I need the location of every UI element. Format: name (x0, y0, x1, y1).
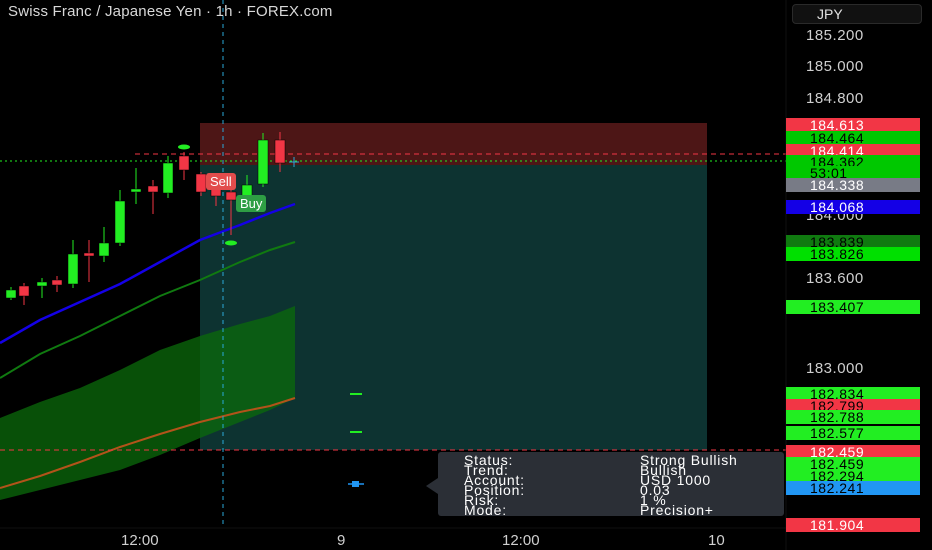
price-label: 183.826 (786, 247, 920, 261)
candle-body (257, 139, 269, 185)
buy-signal-label: Buy (236, 195, 267, 212)
sell-signal-label: Sell (206, 173, 236, 190)
candle-body (18, 285, 30, 297)
currency-selector[interactable]: JPY (792, 4, 922, 24)
candle-body (195, 173, 207, 193)
time-tick: 12:00 (121, 532, 159, 549)
take-profit-zone (200, 165, 707, 450)
signal-marker (178, 144, 190, 150)
candle-body (178, 155, 190, 171)
candle-body (274, 139, 286, 164)
signal-marker (225, 240, 237, 246)
info-panel-pointer (426, 478, 438, 494)
candle-body (83, 252, 95, 257)
price-tick: 183.600 (806, 270, 864, 287)
price-label: 182.241 (786, 481, 920, 495)
symbol-title: Swiss Franc / Japanese Yen · 1h · FOREX.… (8, 3, 333, 20)
candle-body (51, 279, 63, 286)
price-label: 181.904 (786, 518, 920, 532)
price-tick: 185.000 (806, 58, 864, 75)
candle-body (114, 200, 126, 244)
candle-body (67, 253, 79, 285)
strategy-info-panel: Status: Strong Bullish Trend: Bullish Acco… (438, 452, 784, 518)
price-tick: 183.000 (806, 360, 864, 377)
price-label: 182.577 (786, 426, 920, 440)
time-tick: 10 (708, 532, 725, 549)
candle-body (98, 242, 110, 257)
candle-body (225, 191, 237, 201)
price-label: 184.338 (786, 178, 920, 192)
price-tick: 184.800 (806, 90, 864, 107)
info-row-mode: Mode: Precision+ (464, 502, 714, 518)
candle-body (36, 281, 48, 287)
price-label: 182.788 (786, 410, 920, 424)
price-label: 184.068 (786, 200, 920, 214)
candle-body (130, 188, 142, 193)
trend-cloud (0, 306, 295, 500)
candle-body (147, 185, 159, 193)
cursor-marker (348, 481, 364, 487)
price-tick: 185.200 (806, 27, 864, 44)
price-label: 183.407 (786, 300, 920, 314)
time-tick: 9 (337, 532, 346, 549)
candle-body (162, 162, 174, 194)
time-tick: 12:00 (502, 532, 540, 549)
candle-body (5, 289, 17, 299)
